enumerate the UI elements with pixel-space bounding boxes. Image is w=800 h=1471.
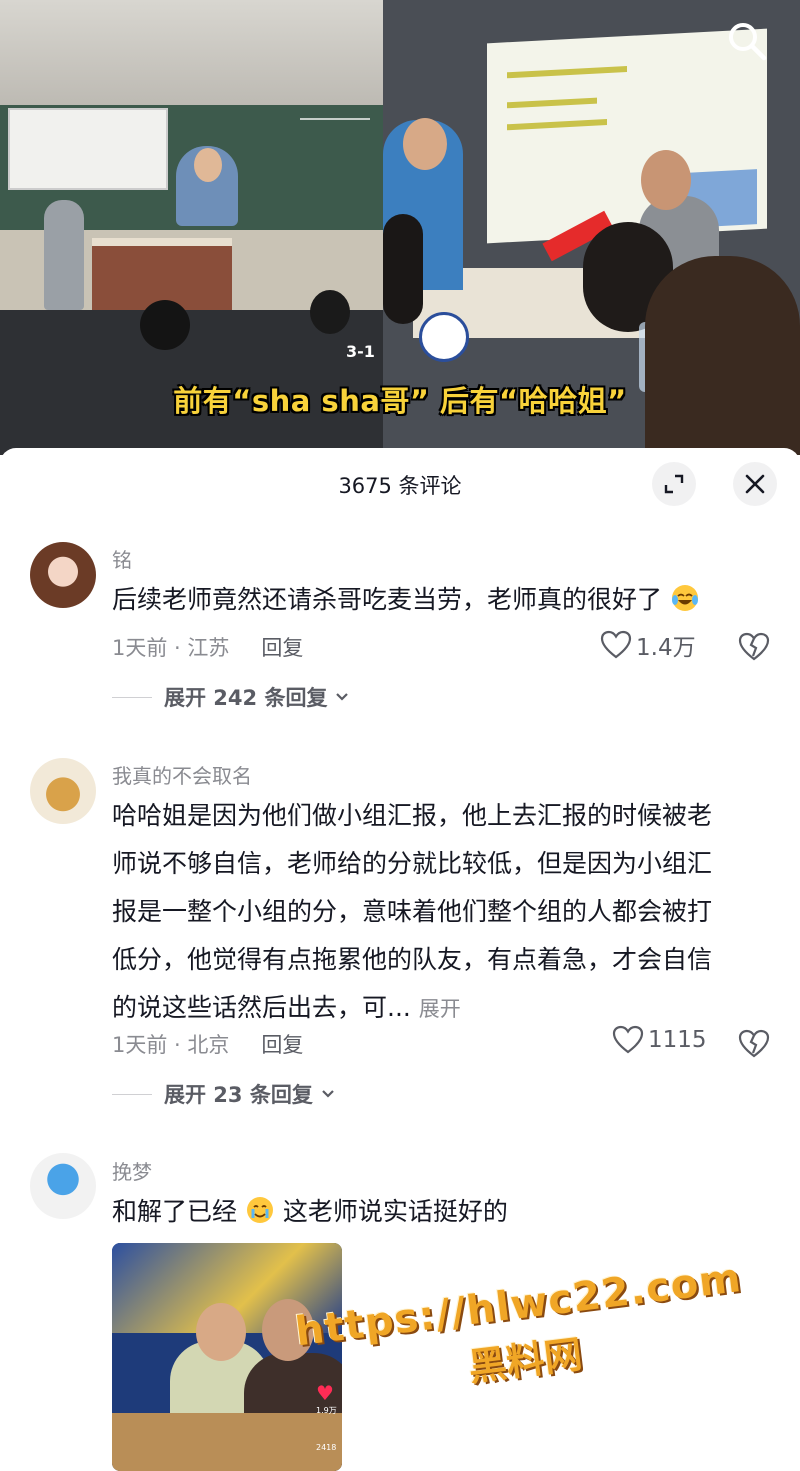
comment-text: 和解了已经 这老师说实话挺好的 — [112, 1197, 508, 1226]
search-icon[interactable] — [724, 18, 770, 64]
expand-replies-button[interactable]: 展开 242 条回复 — [112, 682, 351, 712]
comment-meta: 1天前 · 江苏 回复 — [112, 632, 303, 662]
video-timestamp: 3-1 — [346, 342, 375, 361]
heart-icon — [600, 630, 632, 659]
divider — [112, 696, 152, 698]
broken-heart-icon[interactable] — [738, 632, 770, 662]
divider — [112, 1093, 152, 1095]
close-sheet-button[interactable] — [733, 462, 777, 506]
close-icon — [745, 474, 765, 494]
reply-button[interactable]: 回复 — [261, 1033, 303, 1057]
chevron-down-icon — [336, 693, 349, 701]
broken-heart-icon[interactable] — [738, 1029, 770, 1059]
expand-text-link[interactable]: 展开 — [419, 997, 461, 1021]
avatar[interactable] — [30, 542, 96, 608]
comment-text: 哈哈姐是因为他们做小组汇报，他上去汇报的时候被老 师说不够自信，老师给的分就比较… — [112, 801, 713, 1022]
reply-button[interactable]: 回复 — [261, 636, 303, 660]
like-button[interactable]: 1115 — [612, 1025, 707, 1055]
comment-meta: 1天前 · 北京 回复 — [112, 1029, 303, 1059]
comment-username[interactable]: 我真的不会取名 — [112, 760, 252, 789]
expand-replies-button[interactable]: 展开 23 条回复 — [112, 1079, 337, 1109]
laughing-tears-emoji-icon — [671, 585, 698, 611]
comment-time-location: 1天前 · 江苏 — [112, 636, 230, 660]
expand-icon — [664, 474, 684, 494]
comment-text: 后续老师竟然还请杀哥吃麦当劳，老师真的很好了 — [112, 576, 772, 624]
crying-smile-emoji-icon — [246, 1197, 273, 1223]
avatar[interactable] — [30, 1153, 96, 1219]
heart-icon — [612, 1025, 644, 1054]
video-caption: 前有“sha sha哥” 后有“哈哈姐” — [173, 384, 627, 418]
like-count: 1115 — [648, 1027, 707, 1053]
comment-time-location: 1天前 · 北京 — [112, 1033, 230, 1057]
avatar[interactable] — [30, 758, 96, 824]
image-comment-count: 2418 — [316, 1443, 337, 1452]
comment-username[interactable]: 铭 — [112, 544, 132, 573]
video-player[interactable]: 3-1 前有“sha sha哥” 后有“哈哈姐” — [0, 0, 800, 455]
comment-username[interactable]: 挽梦 — [112, 1156, 152, 1185]
university-logo — [419, 312, 469, 362]
like-button[interactable]: 1.4万 — [600, 628, 696, 662]
chevron-down-icon — [322, 1090, 334, 1098]
expand-sheet-button[interactable] — [652, 462, 696, 506]
like-count: 1.4万 — [636, 635, 696, 661]
